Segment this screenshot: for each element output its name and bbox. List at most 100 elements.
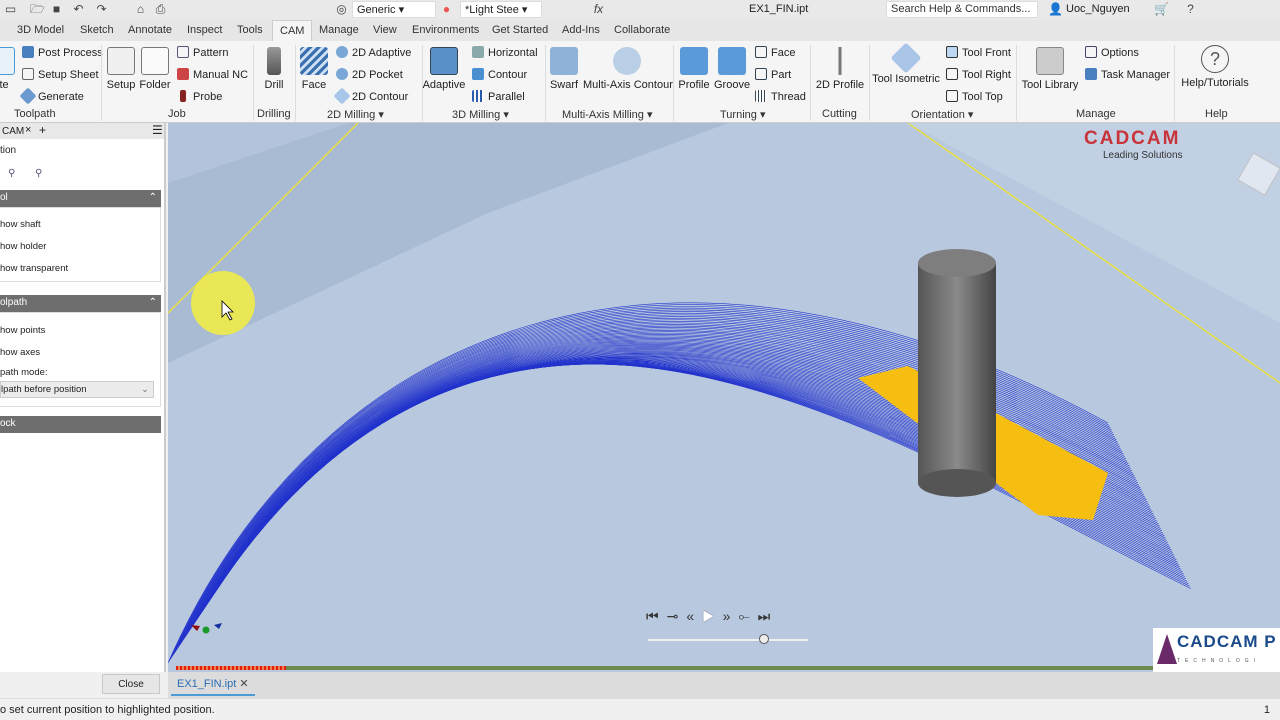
pattern-button[interactable]: Pattern xyxy=(177,46,228,59)
collapse-icon[interactable]: ⌃ xyxy=(149,297,157,308)
groove-button[interactable]: Groove xyxy=(714,47,750,91)
close-tab-icon[interactable]: × xyxy=(25,124,31,136)
add-tab-icon[interactable]: + xyxy=(39,123,46,137)
2d-adaptive-button[interactable]: 2D Adaptive xyxy=(336,46,411,59)
panel-tab-cam[interactable]: CAM xyxy=(2,126,24,137)
step-back-icon[interactable]: « xyxy=(686,608,702,624)
face-button[interactable]: Face xyxy=(299,47,329,91)
parallel-button[interactable]: Parallel xyxy=(472,90,525,103)
tab-add-ins[interactable]: Add-Ins xyxy=(562,24,600,36)
go-to-end-icon[interactable]: ⏭ xyxy=(758,608,779,624)
simulation-timeline[interactable] xyxy=(176,666,1280,670)
appearance-icon[interactable]: ◎ xyxy=(335,3,348,16)
profile-button[interactable]: Profile xyxy=(677,47,711,91)
open-icon[interactable]: 🗁 xyxy=(30,3,45,16)
tool-view-icon[interactable]: ⚲ xyxy=(8,168,15,179)
group-label-3d-milling[interactable]: 3D Milling ▾ xyxy=(452,108,509,121)
quick-access-toolbar: ▭ 🗁 ■ ↶ ↷ ⌂ ⎙ ◎ Generic ▾ ● *Light Stee … xyxy=(0,0,1280,20)
slider-knob[interactable] xyxy=(759,634,769,644)
tool-right-button[interactable]: Tool Right xyxy=(946,68,1011,81)
2d-pocket-button[interactable]: 2D Pocket xyxy=(336,68,403,81)
step-forward-icon[interactable]: » xyxy=(723,608,739,624)
show-holder-checkbox[interactable]: how holder xyxy=(0,241,46,252)
tab-cam[interactable]: CAM xyxy=(272,20,313,41)
section-header-stock[interactable]: ock xyxy=(0,416,161,433)
tab-get-started[interactable]: Get Started xyxy=(492,24,548,36)
save-icon[interactable]: ■ xyxy=(50,3,63,16)
generate-button[interactable]: Generate xyxy=(19,87,84,105)
show-points-checkbox[interactable]: how points xyxy=(0,325,45,336)
material-select[interactable]: *Light Stee ▾ xyxy=(460,1,542,18)
tab-environments[interactable]: Environments xyxy=(412,24,479,36)
next-point-icon[interactable]: ⟜ xyxy=(738,608,757,624)
show-shaft-checkbox[interactable]: how shaft xyxy=(0,219,41,230)
group-label-multi-axis[interactable]: Multi-Axis Milling ▾ xyxy=(562,108,652,121)
setup-button[interactable]: Setup xyxy=(106,47,136,91)
undo-icon[interactable]: ↶ xyxy=(72,3,85,16)
contour-button[interactable]: Contour xyxy=(472,68,527,81)
search-input[interactable]: Search Help & Commands... xyxy=(886,1,1038,18)
tab-collaborate[interactable]: Collaborate xyxy=(614,24,670,36)
2d-contour-button[interactable]: 2D Contour xyxy=(333,87,408,105)
multi-axis-contour-button[interactable]: Multi-Axis Contour xyxy=(583,47,673,91)
doc-tab-ex1-fin[interactable]: EX1_FIN.ipt ✕ xyxy=(171,672,255,696)
part-button[interactable]: Part xyxy=(755,68,791,81)
options-button[interactable]: Options xyxy=(1085,46,1139,59)
simulate-button[interactable]: ate xyxy=(0,47,16,91)
horizontal-button[interactable]: Horizontal xyxy=(472,46,538,59)
show-axes-checkbox[interactable]: how axes xyxy=(0,347,40,358)
tab-sketch[interactable]: Sketch xyxy=(80,24,114,36)
post-process-button[interactable]: Post Process xyxy=(22,46,103,59)
appearance-select[interactable]: Generic ▾ xyxy=(352,1,436,18)
group-label-orientation[interactable]: Orientation ▾ xyxy=(911,108,973,121)
help-tutorials-button[interactable]: ? Help/Tutorials xyxy=(1180,45,1250,89)
menu-icon[interactable]: ☰ xyxy=(152,123,163,137)
tab-inspect[interactable]: Inspect xyxy=(187,24,222,36)
new-icon[interactable]: ▭ xyxy=(4,3,17,16)
thread-button[interactable]: Thread xyxy=(755,90,806,103)
go-to-start-icon[interactable]: ⏮ xyxy=(646,608,667,624)
section-header-tool[interactable]: ol ⌃ xyxy=(0,190,161,207)
tab-view[interactable]: View xyxy=(373,24,397,36)
tab-3d-model[interactable]: 3D Model xyxy=(17,24,64,36)
group-label-2d-milling[interactable]: 2D Milling ▾ xyxy=(327,108,384,121)
close-doc-icon[interactable]: ✕ xyxy=(239,678,248,690)
tool-library-button[interactable]: Tool Library xyxy=(1021,47,1079,91)
swarf-button[interactable]: Swarf xyxy=(548,47,580,91)
tool-view-icon-2[interactable]: ⚲ xyxy=(35,168,42,179)
home-icon[interactable]: ⌂ xyxy=(134,3,147,16)
print-icon[interactable]: ⎙ xyxy=(154,3,167,16)
manual-nc-button[interactable]: Manual NC xyxy=(177,68,248,81)
tab-annotate[interactable]: Annotate xyxy=(128,24,172,36)
toolpath-mode-select[interactable]: lpath before position ⌄ xyxy=(0,381,154,398)
help-icon[interactable]: ? xyxy=(1184,3,1197,16)
setup-sheet-button[interactable]: Setup Sheet xyxy=(22,68,99,81)
play-icon[interactable]: ▶ xyxy=(702,608,723,624)
tool-front-button[interactable]: Tool Front xyxy=(946,46,1011,59)
status-count: 1 xyxy=(1263,704,1270,716)
2d-profile-button[interactable]: 2D Profile xyxy=(814,47,866,91)
cart-icon[interactable]: 🛒 xyxy=(1154,3,1169,16)
collapse-icon[interactable]: ⌃ xyxy=(149,192,157,203)
close-button[interactable]: Close xyxy=(102,674,160,694)
adaptive-button[interactable]: Adaptive xyxy=(422,47,466,91)
playback-speed-slider[interactable] xyxy=(648,634,808,644)
tool-top-button[interactable]: Tool Top xyxy=(946,90,1003,103)
turning-face-button[interactable]: Face xyxy=(755,46,795,59)
tab-tools[interactable]: Tools xyxy=(237,24,263,36)
3d-viewport[interactable]: CADCAM Leading Solutions ⏮⊸«▶»⟜⏭ CADCAM … xyxy=(168,123,1280,672)
color-wheel-icon[interactable]: ● xyxy=(440,3,453,16)
redo-icon[interactable]: ↷ xyxy=(95,3,108,16)
tab-manage[interactable]: Manage xyxy=(319,24,359,36)
folder-button[interactable]: Folder xyxy=(139,47,171,91)
previous-point-icon[interactable]: ⊸ xyxy=(667,608,687,624)
user-name[interactable]: Uoc_Nguyen xyxy=(1066,3,1130,15)
fx-icon[interactable]: fx xyxy=(592,3,605,16)
task-manager-button[interactable]: Task Manager xyxy=(1085,68,1170,81)
probe-button[interactable]: Probe xyxy=(177,90,222,103)
section-header-toolpath[interactable]: olpath ⌃ xyxy=(0,295,161,312)
tool-isometric-button[interactable]: Tool Isometric xyxy=(872,42,940,85)
group-label-turning[interactable]: Turning ▾ xyxy=(720,108,765,121)
drill-button[interactable]: Drill xyxy=(259,47,289,91)
show-transparent-checkbox[interactable]: how transparent xyxy=(0,263,68,274)
